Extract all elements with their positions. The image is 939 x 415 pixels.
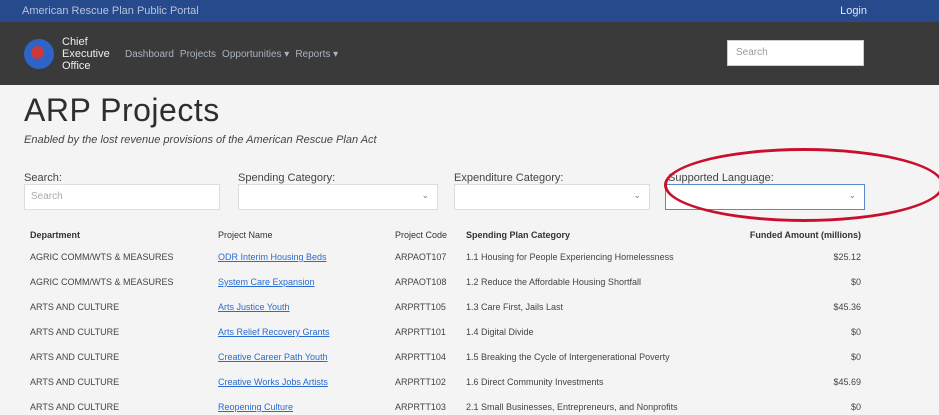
cell-project-code: ARPRTT102 <box>395 377 446 387</box>
cell-funded-amount: $0 <box>850 327 861 337</box>
brand-line: Chief <box>62 36 88 48</box>
cell-department: ARTS AND CULTURE <box>30 302 120 312</box>
cell-project-code: ARPRTT101 <box>395 327 446 337</box>
nav-menu: Dashboard Projects Opportunities ▾ Repor… <box>125 49 338 60</box>
column-header-spending-plan-category[interactable]: Spending Plan Category <box>466 230 570 240</box>
nav-reports[interactable]: Reports ▾ <box>295 49 338 60</box>
ceo-logo-icon[interactable] <box>24 39 54 69</box>
brand-line: Office <box>62 60 91 72</box>
column-header-project-code[interactable]: Project Code <box>395 230 447 240</box>
top-search-input[interactable]: Search <box>727 40 864 66</box>
cell-project-code: ARPAOT108 <box>395 277 447 287</box>
cell-project-name[interactable]: ODR Interim Housing Beds <box>218 252 327 262</box>
cell-funded-amount: $0 <box>850 402 861 412</box>
portal-title: American Rescue Plan Public Portal <box>22 5 199 17</box>
expenditure-category-select[interactable]: ⌄ <box>454 184 650 210</box>
column-header-funded-amount[interactable]: Funded Amount (millions) <box>750 230 861 240</box>
cell-funded-amount: $45.36 <box>833 302 861 312</box>
top-banner: American Rescue Plan Public Portal Login <box>0 0 939 22</box>
brand-name[interactable]: Chief Executive Office <box>62 36 110 72</box>
spending-category-select[interactable]: ⌄ <box>238 184 438 210</box>
cell-department: AGRIC COMM/WTS & MEASURES <box>30 252 174 262</box>
cell-spending-plan-category: 1.2 Reduce the Affordable Housing Shortf… <box>466 277 641 287</box>
search-label: Search: <box>24 172 62 184</box>
cell-project-code: ARPAOT107 <box>395 252 447 262</box>
cell-project-name[interactable]: Reopening Culture <box>218 402 293 412</box>
cell-funded-amount: $0 <box>850 352 861 362</box>
chevron-down-icon: ⌄ <box>633 190 641 200</box>
cell-funded-amount: $25.12 <box>833 252 861 262</box>
cell-department: ARTS AND CULTURE <box>30 352 120 362</box>
cell-project-name[interactable]: Creative Works Jobs Artists <box>218 377 328 387</box>
cell-project-code: ARPRTT104 <box>395 352 446 362</box>
page-title: ARP Projects <box>24 92 220 128</box>
nav-opportunities[interactable]: Opportunities ▾ <box>222 49 289 60</box>
brand-line: Executive <box>62 48 110 60</box>
cell-department: AGRIC COMM/WTS & MEASURES <box>30 277 174 287</box>
page-subtitle: Enabled by the lost revenue provisions o… <box>24 134 377 146</box>
chevron-down-icon: ⌄ <box>421 190 429 200</box>
cell-spending-plan-category: 1.5 Breaking the Cycle of Intergeneratio… <box>466 352 670 362</box>
nav-dashboard[interactable]: Dashboard <box>125 49 174 60</box>
cell-spending-plan-category: 1.6 Direct Community Investments <box>466 377 604 387</box>
cell-spending-plan-category: 1.3 Care First, Jails Last <box>466 302 564 312</box>
cell-project-name[interactable]: Arts Relief Recovery Grants <box>218 327 330 337</box>
annotation-oval <box>664 148 939 222</box>
column-header-project-name[interactable]: Project Name <box>218 230 273 240</box>
cell-project-name[interactable]: System Care Expansion <box>218 277 315 287</box>
search-input[interactable]: Search <box>24 184 220 210</box>
column-header-department[interactable]: Department <box>30 230 80 240</box>
cell-project-code: ARPRTT105 <box>395 302 446 312</box>
cell-project-code: ARPRTT103 <box>395 402 446 412</box>
cell-project-name[interactable]: Arts Justice Youth <box>218 302 290 312</box>
expenditure-category-label: Expenditure Category: <box>454 172 564 184</box>
cell-project-name[interactable]: Creative Career Path Youth <box>218 352 328 362</box>
cell-spending-plan-category: 1.4 Digital Divide <box>466 327 534 337</box>
spending-category-label: Spending Category: <box>238 172 336 184</box>
cell-funded-amount: $45.69 <box>833 377 861 387</box>
cell-department: ARTS AND CULTURE <box>30 327 120 337</box>
cell-department: ARTS AND CULTURE <box>30 377 120 387</box>
login-link[interactable]: Login <box>840 5 867 17</box>
cell-funded-amount: $0 <box>850 277 861 287</box>
nav-projects[interactable]: Projects <box>180 49 216 60</box>
cell-spending-plan-category: 2.1 Small Businesses, Entrepreneurs, and… <box>466 402 678 412</box>
main-navbar: Chief Executive Office Dashboard Project… <box>0 22 939 85</box>
cell-department: ARTS AND CULTURE <box>30 402 120 412</box>
cell-spending-plan-category: 1.1 Housing for People Experiencing Home… <box>466 252 674 262</box>
